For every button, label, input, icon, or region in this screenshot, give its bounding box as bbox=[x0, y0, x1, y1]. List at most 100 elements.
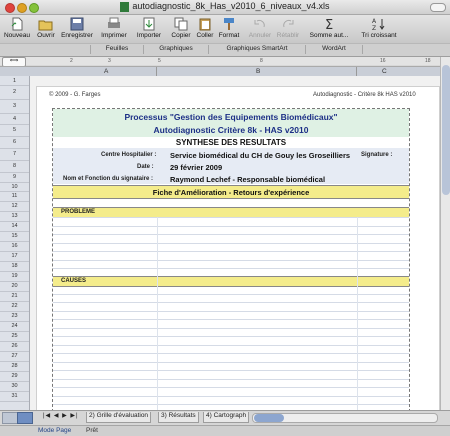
sheet-navigation-arrows[interactable]: |◀ ◀ ▶ ▶| bbox=[43, 412, 79, 419]
sheet-tab-cartographie[interactable]: 4) Cartograph bbox=[203, 412, 250, 423]
normal-view-button[interactable] bbox=[2, 412, 18, 424]
ruler-mark: 8 bbox=[260, 58, 263, 64]
row-header[interactable]: 11 bbox=[0, 192, 29, 202]
grid-column-line bbox=[157, 217, 158, 411]
autosum-button[interactable]: Σ Somme aut... bbox=[306, 15, 352, 43]
sort-ascending-button[interactable]: AZ Tri croissant bbox=[352, 15, 406, 43]
grid-line bbox=[53, 361, 409, 363]
row-header[interactable]: 5 bbox=[0, 125, 29, 137]
row-header[interactable]: 17 bbox=[0, 252, 29, 262]
copy-label: Copier bbox=[171, 32, 191, 39]
row-header[interactable]: 28 bbox=[0, 362, 29, 372]
column-header-b[interactable]: B bbox=[256, 68, 260, 75]
row-header[interactable]: 8 bbox=[0, 161, 29, 173]
row-header[interactable]: 31 bbox=[0, 392, 29, 402]
grid-line bbox=[53, 242, 409, 244]
row-header[interactable]: 23 bbox=[0, 312, 29, 322]
redo-button[interactable]: Rétablir bbox=[274, 15, 302, 43]
page-layout-view-button[interactable] bbox=[17, 412, 33, 424]
print-button[interactable]: Imprimer bbox=[96, 15, 132, 43]
row-header[interactable]: 27 bbox=[0, 352, 29, 362]
grid-line bbox=[53, 234, 409, 235]
format-button[interactable]: Format bbox=[216, 15, 242, 43]
sheet-tab-grille[interactable]: 2) Grille d'évaluation bbox=[86, 412, 152, 423]
save-label: Enregistrer bbox=[61, 32, 93, 39]
vertical-scrollbar[interactable] bbox=[440, 57, 450, 410]
import-label: Importer bbox=[136, 32, 162, 39]
row-header[interactable]: 20 bbox=[0, 282, 29, 292]
row-header[interactable]: 14 bbox=[0, 222, 29, 232]
row-header[interactable]: 19 bbox=[0, 272, 29, 282]
column-header-a[interactable]: A bbox=[104, 68, 108, 75]
row-header[interactable]: 12 bbox=[0, 202, 29, 212]
new-document-icon bbox=[11, 17, 23, 31]
ruler-mark: 2 bbox=[70, 58, 73, 64]
ruler-mark: 16 bbox=[380, 58, 386, 64]
row-header[interactable]: 10 bbox=[0, 183, 29, 192]
status-bar: Mode Page Prêt bbox=[0, 425, 450, 436]
ribbon-tab-wordart[interactable]: WordArt bbox=[305, 45, 363, 54]
row-header[interactable]: 9 bbox=[0, 173, 29, 183]
grid-line bbox=[53, 319, 409, 320]
ribbon-tab-sheets[interactable]: Feuilles bbox=[90, 45, 144, 54]
row-header[interactable]: 16 bbox=[0, 242, 29, 252]
synthesis-form[interactable]: Processus "Gestion des Equipements Biomé… bbox=[52, 108, 410, 412]
horizontal-ruler: ⟺ 2 3 5 8 16 18 bbox=[0, 57, 440, 67]
row-headers: 1 2 3 4 5 6 7 8 9 10 11 12 13 14 15 16 17 18 19 20 21 22 23 24 2… bbox=[0, 76, 30, 410]
row-header[interactable]: 29 bbox=[0, 372, 29, 382]
row-header[interactable]: 6 bbox=[0, 137, 29, 149]
synthesis-title: SYNTHESE DES RESULTATS bbox=[175, 138, 287, 147]
toolbar-toggle-button[interactable] bbox=[430, 3, 446, 12]
signataire-value[interactable]: Raymond Lechef - Responsable biomédical bbox=[170, 175, 325, 184]
import-button[interactable]: Importer bbox=[132, 15, 166, 43]
row-header[interactable]: 1 bbox=[0, 78, 29, 86]
grid-line bbox=[53, 387, 409, 388]
paste-button[interactable]: Coller bbox=[194, 15, 216, 43]
ribbon-tab-charts[interactable]: Graphiques bbox=[143, 45, 209, 54]
ribbon-tabs: Feuilles Graphiques Graphiques SmartArt … bbox=[0, 43, 450, 57]
grid-line bbox=[53, 395, 409, 397]
save-button[interactable]: Enregistrer bbox=[58, 15, 96, 43]
row-header[interactable]: 24 bbox=[0, 322, 29, 332]
row-header[interactable]: 3 bbox=[0, 100, 29, 114]
column-header-c[interactable]: C bbox=[382, 68, 387, 75]
row-header[interactable]: 4 bbox=[0, 114, 29, 125]
copy-button[interactable]: Copier bbox=[168, 15, 194, 43]
title-bar: autodiagnostic_8k_Has_v2010_6_niveaux_v4… bbox=[0, 0, 450, 15]
grid-line bbox=[53, 378, 409, 380]
grid-column-line bbox=[357, 217, 358, 411]
ruler-mark: 5 bbox=[158, 58, 161, 64]
open-button[interactable]: Ouvrir bbox=[34, 15, 58, 43]
redo-label: Rétablir bbox=[276, 32, 300, 39]
horizontal-scrollbar[interactable] bbox=[252, 413, 438, 423]
row-header[interactable]: 25 bbox=[0, 332, 29, 342]
date-label: Date : bbox=[137, 164, 154, 170]
vertical-scroll-thumb[interactable] bbox=[442, 65, 450, 195]
centre-value[interactable]: Service biomédical du CH de Gouy les Gro… bbox=[170, 151, 350, 160]
row-header[interactable]: 22 bbox=[0, 302, 29, 312]
row-header[interactable]: 21 bbox=[0, 292, 29, 302]
row-header[interactable]: 18 bbox=[0, 262, 29, 272]
row-header[interactable]: 13 bbox=[0, 212, 29, 222]
row-header[interactable]: 30 bbox=[0, 382, 29, 392]
ruler-mark: 18 bbox=[425, 58, 431, 64]
status-state: Prêt bbox=[86, 427, 98, 434]
undo-label: Annuler bbox=[248, 32, 272, 39]
title-block: Processus "Gestion des Equipements Biomé… bbox=[53, 109, 409, 138]
row-header[interactable]: 15 bbox=[0, 232, 29, 242]
ribbon-tab-smartart[interactable]: Graphiques SmartArt bbox=[208, 45, 306, 54]
new-button[interactable]: Nouveau bbox=[0, 15, 34, 43]
sheet-tabs-bar: |◀ ◀ ▶ ▶| 2) Grille d'évaluation 3) Résu… bbox=[0, 410, 450, 425]
horizontal-scroll-thumb[interactable] bbox=[254, 414, 284, 422]
row-header[interactable]: 26 bbox=[0, 342, 29, 352]
sheet-tab-resultats[interactable]: 3) Résultats bbox=[158, 412, 199, 423]
svg-text:Z: Z bbox=[372, 25, 376, 31]
grid-line bbox=[53, 336, 409, 337]
date-value[interactable]: 29 février 2009 bbox=[170, 163, 222, 172]
row-header[interactable]: 7 bbox=[0, 149, 29, 161]
row-header[interactable]: 2 bbox=[0, 86, 29, 100]
undo-button[interactable]: Annuler bbox=[246, 15, 274, 43]
causes-label: CAUSES bbox=[61, 278, 87, 284]
print-label: Imprimer bbox=[101, 32, 127, 39]
format-brush-icon bbox=[224, 18, 234, 30]
